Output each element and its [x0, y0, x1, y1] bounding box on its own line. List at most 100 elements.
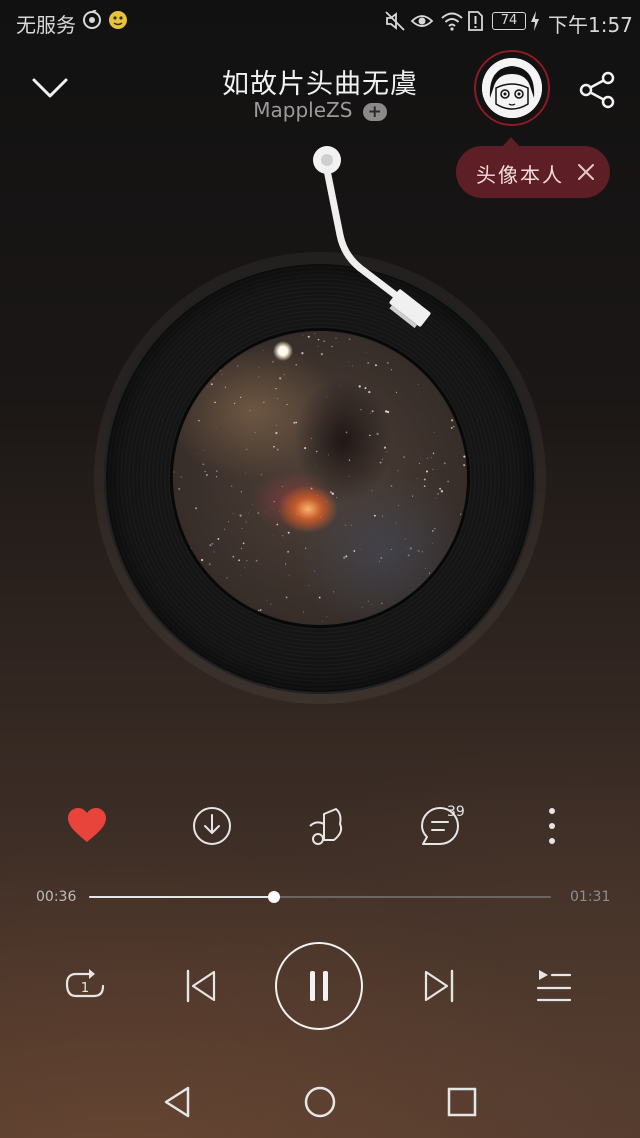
star	[361, 606, 363, 608]
carrier-label: 无服务	[16, 13, 76, 37]
star	[305, 547, 307, 549]
share-icon[interactable]	[578, 70, 618, 110]
progress-thumb[interactable]	[267, 891, 280, 903]
star	[331, 492, 334, 495]
star	[425, 567, 427, 569]
total-time: 01:31	[570, 889, 611, 905]
star	[418, 462, 421, 465]
artist-name[interactable]: MappleZS	[253, 98, 352, 122]
star	[214, 401, 216, 404]
star	[403, 456, 406, 459]
star	[195, 507, 198, 510]
star	[210, 383, 213, 386]
star	[231, 485, 233, 487]
star	[345, 555, 348, 558]
star	[249, 410, 251, 412]
star	[284, 356, 286, 359]
star	[295, 363, 298, 366]
star	[202, 463, 205, 466]
star	[287, 550, 290, 553]
repeat-one-icon[interactable]: 1	[62, 966, 108, 1006]
star	[433, 431, 435, 433]
star	[339, 385, 341, 386]
cover-starfield	[173, 331, 467, 623]
star	[435, 497, 437, 499]
star	[376, 432, 379, 435]
playlist-icon[interactable]	[534, 966, 574, 1006]
star	[197, 453, 199, 455]
star	[423, 478, 426, 481]
star	[272, 535, 274, 537]
home-icon[interactable]	[302, 1084, 338, 1120]
recents-icon[interactable]	[444, 1084, 480, 1120]
star	[395, 391, 398, 394]
star	[318, 596, 321, 599]
star	[348, 476, 350, 477]
back-icon[interactable]	[160, 1084, 196, 1120]
star	[314, 570, 316, 572]
star	[429, 379, 431, 381]
heart-icon[interactable]	[65, 804, 109, 848]
star	[432, 452, 435, 454]
star	[239, 396, 242, 399]
star	[460, 513, 462, 515]
star	[348, 361, 350, 363]
star	[407, 554, 410, 557]
follow-artist-button[interactable]: +	[362, 102, 387, 121]
star	[238, 559, 241, 562]
star	[315, 465, 317, 467]
star	[440, 490, 444, 493]
star	[423, 485, 426, 487]
star	[450, 426, 453, 429]
star	[204, 470, 206, 473]
star	[429, 455, 430, 457]
star	[431, 457, 432, 458]
close-icon[interactable]	[576, 162, 596, 182]
avatar-tooltip: 头像本人	[456, 137, 610, 198]
star	[379, 461, 382, 464]
star	[283, 374, 285, 376]
wifi-icon	[441, 12, 463, 31]
star	[215, 470, 218, 472]
star	[326, 616, 328, 618]
star	[322, 621, 324, 622]
pause-button[interactable]	[275, 942, 363, 1030]
download-icon[interactable]	[190, 804, 234, 848]
star	[404, 538, 406, 540]
chevron-down-icon[interactable]	[30, 70, 70, 106]
star	[213, 378, 215, 380]
star	[332, 591, 335, 593]
star	[240, 491, 242, 493]
pause-icon	[310, 971, 328, 1001]
artist-row[interactable]: MappleZS +	[170, 98, 470, 122]
star	[380, 557, 383, 559]
star	[359, 549, 361, 551]
star	[366, 352, 367, 354]
star	[277, 398, 279, 400]
star	[285, 563, 287, 564]
star	[390, 369, 393, 371]
star	[344, 524, 347, 527]
avatar-button[interactable]	[474, 50, 550, 126]
previous-icon[interactable]	[184, 968, 218, 1004]
star	[233, 402, 236, 405]
star	[224, 386, 226, 388]
next-icon[interactable]	[422, 968, 456, 1004]
star	[370, 413, 371, 415]
star	[382, 515, 384, 517]
tooltip-arrow	[502, 137, 520, 147]
star	[257, 609, 260, 612]
comment-count: 39	[447, 804, 465, 820]
star	[244, 567, 246, 569]
star	[273, 445, 275, 448]
sound-effect-icon[interactable]	[304, 804, 348, 848]
progress-bar[interactable]	[89, 891, 551, 903]
star	[296, 513, 298, 515]
star	[350, 524, 352, 526]
star	[371, 410, 374, 413]
more-icon[interactable]	[530, 804, 574, 848]
star	[451, 419, 454, 422]
star	[409, 547, 412, 550]
star	[240, 547, 243, 550]
star	[246, 560, 248, 562]
